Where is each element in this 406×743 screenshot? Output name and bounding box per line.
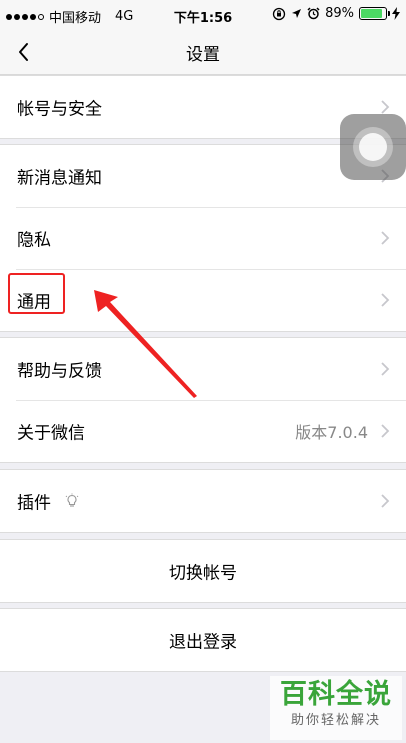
lightbulb-icon xyxy=(65,493,79,507)
logout-button[interactable]: 退出登录 xyxy=(0,609,406,671)
logout-label: 退出登录 xyxy=(169,632,237,653)
assistive-touch-button[interactable] xyxy=(340,114,406,180)
section-plugins: 插件 xyxy=(0,469,406,533)
highlight-box xyxy=(8,273,65,314)
status-bar: 中国移动 4G 下午1:56 89% xyxy=(0,0,406,30)
cell-help-feedback[interactable]: 帮助与反馈 xyxy=(0,338,406,400)
section-help: 帮助与反馈 关于微信 版本7.0.4 xyxy=(0,337,406,463)
version-text: 版本7.0.4 xyxy=(295,423,368,442)
watermark-subtitle: 助你轻松解决 xyxy=(290,713,381,728)
watermark-title: 百科全说 xyxy=(280,679,392,710)
cell-label: 帐号与安全 xyxy=(17,99,102,120)
cell-privacy[interactable]: 隐私 xyxy=(0,207,406,269)
section-switch-account: 切换帐号 xyxy=(0,539,406,603)
charging-icon xyxy=(392,7,400,20)
chevron-right-icon xyxy=(381,293,390,307)
navigation-bar: 设置 xyxy=(0,30,406,75)
cell-about-wechat[interactable]: 关于微信 版本7.0.4 xyxy=(0,400,406,462)
chevron-right-icon xyxy=(381,231,390,245)
battery-level xyxy=(361,9,383,18)
orientation-lock-icon xyxy=(272,7,286,20)
cell-label: 隐私 xyxy=(17,230,51,251)
chevron-right-icon xyxy=(381,362,390,376)
location-icon xyxy=(292,9,302,18)
battery-percent: 89% xyxy=(325,6,354,21)
alarm-icon xyxy=(307,7,320,20)
section-logout: 退出登录 xyxy=(0,608,406,672)
cell-label: 帮助与反馈 xyxy=(17,361,102,382)
cell-label: 新消息通知 xyxy=(17,168,102,189)
switch-account-button[interactable]: 切换帐号 xyxy=(0,540,406,602)
switch-account-label: 切换帐号 xyxy=(169,563,237,584)
chevron-right-icon xyxy=(381,100,390,114)
watermark-logo: 百科全说 助你轻松解决 xyxy=(270,676,402,740)
status-right: 89% xyxy=(272,6,400,21)
cell-label: 插件 xyxy=(17,493,51,514)
page-title: 设置 xyxy=(186,45,220,65)
cell-label: 关于微信 xyxy=(17,423,85,444)
chevron-right-icon xyxy=(381,424,390,438)
chevron-right-icon xyxy=(381,494,390,508)
cell-plugins[interactable]: 插件 xyxy=(0,470,406,532)
battery-icon xyxy=(359,7,390,20)
